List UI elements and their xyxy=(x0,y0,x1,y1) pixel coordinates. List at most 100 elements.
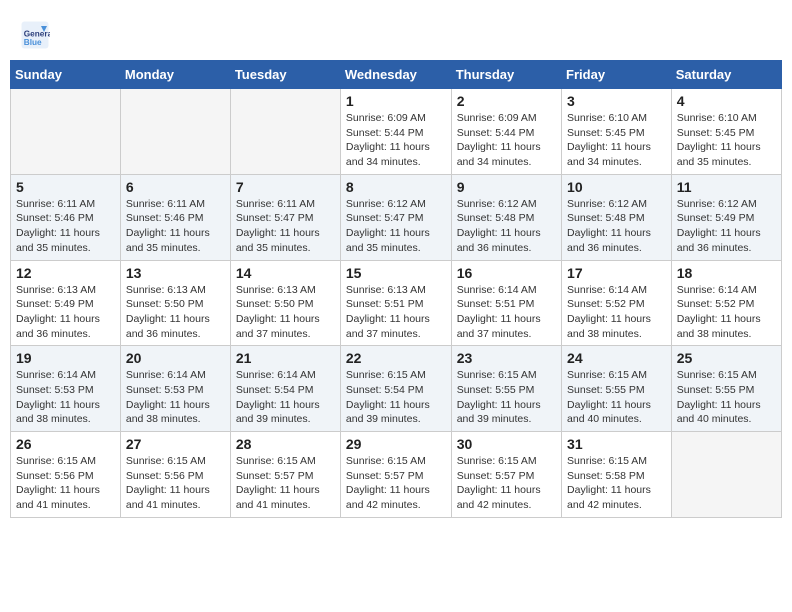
day-info: Sunrise: 6:15 AM Sunset: 5:54 PM Dayligh… xyxy=(346,368,446,427)
day-number: 20 xyxy=(126,350,225,366)
day-info: Sunrise: 6:15 AM Sunset: 5:55 PM Dayligh… xyxy=(567,368,666,427)
day-info: Sunrise: 6:15 AM Sunset: 5:56 PM Dayligh… xyxy=(16,454,115,513)
day-number: 31 xyxy=(567,436,666,452)
day-info: Sunrise: 6:14 AM Sunset: 5:53 PM Dayligh… xyxy=(126,368,225,427)
calendar-cell: 2 Sunrise: 6:09 AM Sunset: 5:44 PM Daylig… xyxy=(451,89,561,175)
weekday-header: Tuesday xyxy=(230,61,340,89)
weekday-header: Friday xyxy=(562,61,672,89)
day-info: Sunrise: 6:15 AM Sunset: 5:57 PM Dayligh… xyxy=(346,454,446,513)
calendar-cell: 18 Sunrise: 6:14 AM Sunset: 5:52 PM Dayli… xyxy=(671,260,781,346)
day-number: 1 xyxy=(346,93,446,109)
day-number: 4 xyxy=(677,93,776,109)
calendar-cell: 5 Sunrise: 6:11 AM Sunset: 5:46 PM Daylig… xyxy=(11,174,121,260)
day-number: 5 xyxy=(16,179,115,195)
day-number: 21 xyxy=(236,350,335,366)
day-number: 30 xyxy=(457,436,556,452)
day-number: 13 xyxy=(126,265,225,281)
day-number: 8 xyxy=(346,179,446,195)
logo: General Blue xyxy=(20,20,55,50)
day-number: 22 xyxy=(346,350,446,366)
calendar-cell: 4 Sunrise: 6:10 AM Sunset: 5:45 PM Daylig… xyxy=(671,89,781,175)
calendar-cell: 22 Sunrise: 6:15 AM Sunset: 5:54 PM Dayli… xyxy=(340,346,451,432)
day-number: 15 xyxy=(346,265,446,281)
calendar-cell: 16 Sunrise: 6:14 AM Sunset: 5:51 PM Dayli… xyxy=(451,260,561,346)
weekday-header: Wednesday xyxy=(340,61,451,89)
weekday-header: Saturday xyxy=(671,61,781,89)
calendar-cell: 30 Sunrise: 6:15 AM Sunset: 5:57 PM Dayli… xyxy=(451,432,561,518)
day-info: Sunrise: 6:09 AM Sunset: 5:44 PM Dayligh… xyxy=(457,111,556,170)
calendar-cell: 24 Sunrise: 6:15 AM Sunset: 5:55 PM Dayli… xyxy=(562,346,672,432)
calendar-cell xyxy=(671,432,781,518)
weekday-header: Thursday xyxy=(451,61,561,89)
day-info: Sunrise: 6:13 AM Sunset: 5:49 PM Dayligh… xyxy=(16,283,115,342)
day-number: 2 xyxy=(457,93,556,109)
day-info: Sunrise: 6:15 AM Sunset: 5:56 PM Dayligh… xyxy=(126,454,225,513)
day-number: 25 xyxy=(677,350,776,366)
calendar-cell: 14Sunrise: 6:13 AM Sunset: 5:50 PM Dayli… xyxy=(230,260,340,346)
calendar-cell: 31 Sunrise: 6:15 AM Sunset: 5:58 PM Dayli… xyxy=(562,432,672,518)
day-number: 6 xyxy=(126,179,225,195)
calendar-cell: 9 Sunrise: 6:12 AM Sunset: 5:48 PM Daylig… xyxy=(451,174,561,260)
day-number: 28 xyxy=(236,436,335,452)
calendar-cell: 17 Sunrise: 6:14 AM Sunset: 5:52 PM Dayli… xyxy=(562,260,672,346)
day-number: 10 xyxy=(567,179,666,195)
day-info: Sunrise: 6:15 AM Sunset: 5:58 PM Dayligh… xyxy=(567,454,666,513)
day-info: Sunrise: 6:10 AM Sunset: 5:45 PM Dayligh… xyxy=(677,111,776,170)
calendar-cell: 27 Sunrise: 6:15 AM Sunset: 5:56 PM Dayli… xyxy=(120,432,230,518)
day-number: 18 xyxy=(677,265,776,281)
logo-icon: General Blue xyxy=(20,20,50,50)
calendar-cell xyxy=(230,89,340,175)
day-info: Sunrise: 6:14 AM Sunset: 5:54 PM Dayligh… xyxy=(236,368,335,427)
day-info: Sunrise: 6:13 AM Sunset: 5:51 PM Dayligh… xyxy=(346,283,446,342)
calendar-cell: 19 Sunrise: 6:14 AM Sunset: 5:53 PM Dayli… xyxy=(11,346,121,432)
day-number: 11 xyxy=(677,179,776,195)
calendar-cell: 11 Sunrise: 6:12 AM Sunset: 5:49 PM Dayli… xyxy=(671,174,781,260)
calendar-cell: 3Sunrise: 6:10 AM Sunset: 5:45 PM Daylig… xyxy=(562,89,672,175)
day-number: 7 xyxy=(236,179,335,195)
day-number: 26 xyxy=(16,436,115,452)
day-number: 9 xyxy=(457,179,556,195)
day-info: Sunrise: 6:14 AM Sunset: 5:52 PM Dayligh… xyxy=(677,283,776,342)
calendar-cell: 21 Sunrise: 6:14 AM Sunset: 5:54 PM Dayli… xyxy=(230,346,340,432)
day-number: 16 xyxy=(457,265,556,281)
calendar-cell: 20 Sunrise: 6:14 AM Sunset: 5:53 PM Dayli… xyxy=(120,346,230,432)
day-info: Sunrise: 6:09 AM Sunset: 5:44 PM Dayligh… xyxy=(346,111,446,170)
svg-text:Blue: Blue xyxy=(24,38,42,47)
day-info: Sunrise: 6:12 AM Sunset: 5:48 PM Dayligh… xyxy=(567,197,666,256)
day-info: Sunrise: 6:13 AM Sunset: 5:50 PM Dayligh… xyxy=(236,283,335,342)
calendar-cell: 6 Sunrise: 6:11 AM Sunset: 5:46 PM Daylig… xyxy=(120,174,230,260)
day-number: 19 xyxy=(16,350,115,366)
day-info: Sunrise: 6:12 AM Sunset: 5:48 PM Dayligh… xyxy=(457,197,556,256)
page-header: General Blue xyxy=(10,10,782,55)
day-info: Sunrise: 6:11 AM Sunset: 5:46 PM Dayligh… xyxy=(126,197,225,256)
day-number: 17 xyxy=(567,265,666,281)
calendar-table: SundayMondayTuesdayWednesdayThursdayFrid… xyxy=(10,60,782,518)
calendar-cell: 8 Sunrise: 6:12 AM Sunset: 5:47 PM Daylig… xyxy=(340,174,451,260)
day-number: 3 xyxy=(567,93,666,109)
day-info: Sunrise: 6:14 AM Sunset: 5:52 PM Dayligh… xyxy=(567,283,666,342)
calendar-cell xyxy=(11,89,121,175)
day-number: 24 xyxy=(567,350,666,366)
day-info: Sunrise: 6:15 AM Sunset: 5:55 PM Dayligh… xyxy=(457,368,556,427)
day-info: Sunrise: 6:15 AM Sunset: 5:57 PM Dayligh… xyxy=(236,454,335,513)
day-info: Sunrise: 6:12 AM Sunset: 5:47 PM Dayligh… xyxy=(346,197,446,256)
day-info: Sunrise: 6:14 AM Sunset: 5:53 PM Dayligh… xyxy=(16,368,115,427)
day-info: Sunrise: 6:11 AM Sunset: 5:47 PM Dayligh… xyxy=(236,197,335,256)
calendar-cell: 26 Sunrise: 6:15 AM Sunset: 5:56 PM Dayli… xyxy=(11,432,121,518)
calendar-cell: 12Sunrise: 6:13 AM Sunset: 5:49 PM Dayli… xyxy=(11,260,121,346)
day-info: Sunrise: 6:15 AM Sunset: 5:55 PM Dayligh… xyxy=(677,368,776,427)
day-info: Sunrise: 6:13 AM Sunset: 5:50 PM Dayligh… xyxy=(126,283,225,342)
calendar-cell xyxy=(120,89,230,175)
calendar-cell: 15 Sunrise: 6:13 AM Sunset: 5:51 PM Dayli… xyxy=(340,260,451,346)
calendar-cell: 28 Sunrise: 6:15 AM Sunset: 5:57 PM Dayli… xyxy=(230,432,340,518)
day-info: Sunrise: 6:11 AM Sunset: 5:46 PM Dayligh… xyxy=(16,197,115,256)
calendar-cell: 25 Sunrise: 6:15 AM Sunset: 5:55 PM Dayli… xyxy=(671,346,781,432)
day-number: 29 xyxy=(346,436,446,452)
day-info: Sunrise: 6:14 AM Sunset: 5:51 PM Dayligh… xyxy=(457,283,556,342)
day-info: Sunrise: 6:15 AM Sunset: 5:57 PM Dayligh… xyxy=(457,454,556,513)
day-number: 27 xyxy=(126,436,225,452)
day-info: Sunrise: 6:12 AM Sunset: 5:49 PM Dayligh… xyxy=(677,197,776,256)
weekday-header: Sunday xyxy=(11,61,121,89)
calendar-cell: 29 Sunrise: 6:15 AM Sunset: 5:57 PM Dayli… xyxy=(340,432,451,518)
calendar-cell: 23Sunrise: 6:15 AM Sunset: 5:55 PM Dayli… xyxy=(451,346,561,432)
